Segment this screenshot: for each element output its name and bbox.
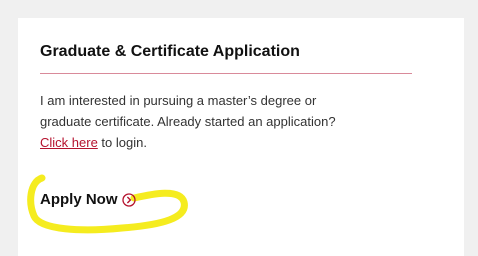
login-suffix: to login. — [97, 135, 147, 150]
card-title: Graduate & Certificate Application — [40, 43, 300, 60]
login-link[interactable]: Click here — [40, 135, 98, 150]
chevron-right-circle-icon — [121, 192, 136, 207]
apply-now-link[interactable]: Apply Now — [40, 191, 136, 208]
page: Graduate & Certificate Application I am … — [0, 0, 478, 256]
description-line-1: I am interested in pursuing a master’s d… — [40, 93, 317, 108]
description-line-3: Click here to login. — [40, 132, 420, 153]
description-line-2: graduate certificate. Already started an… — [40, 114, 336, 129]
title-divider — [40, 73, 412, 74]
card-description: I am interested in pursuing a master’s d… — [40, 90, 420, 153]
apply-now-label: Apply Now — [40, 191, 118, 208]
